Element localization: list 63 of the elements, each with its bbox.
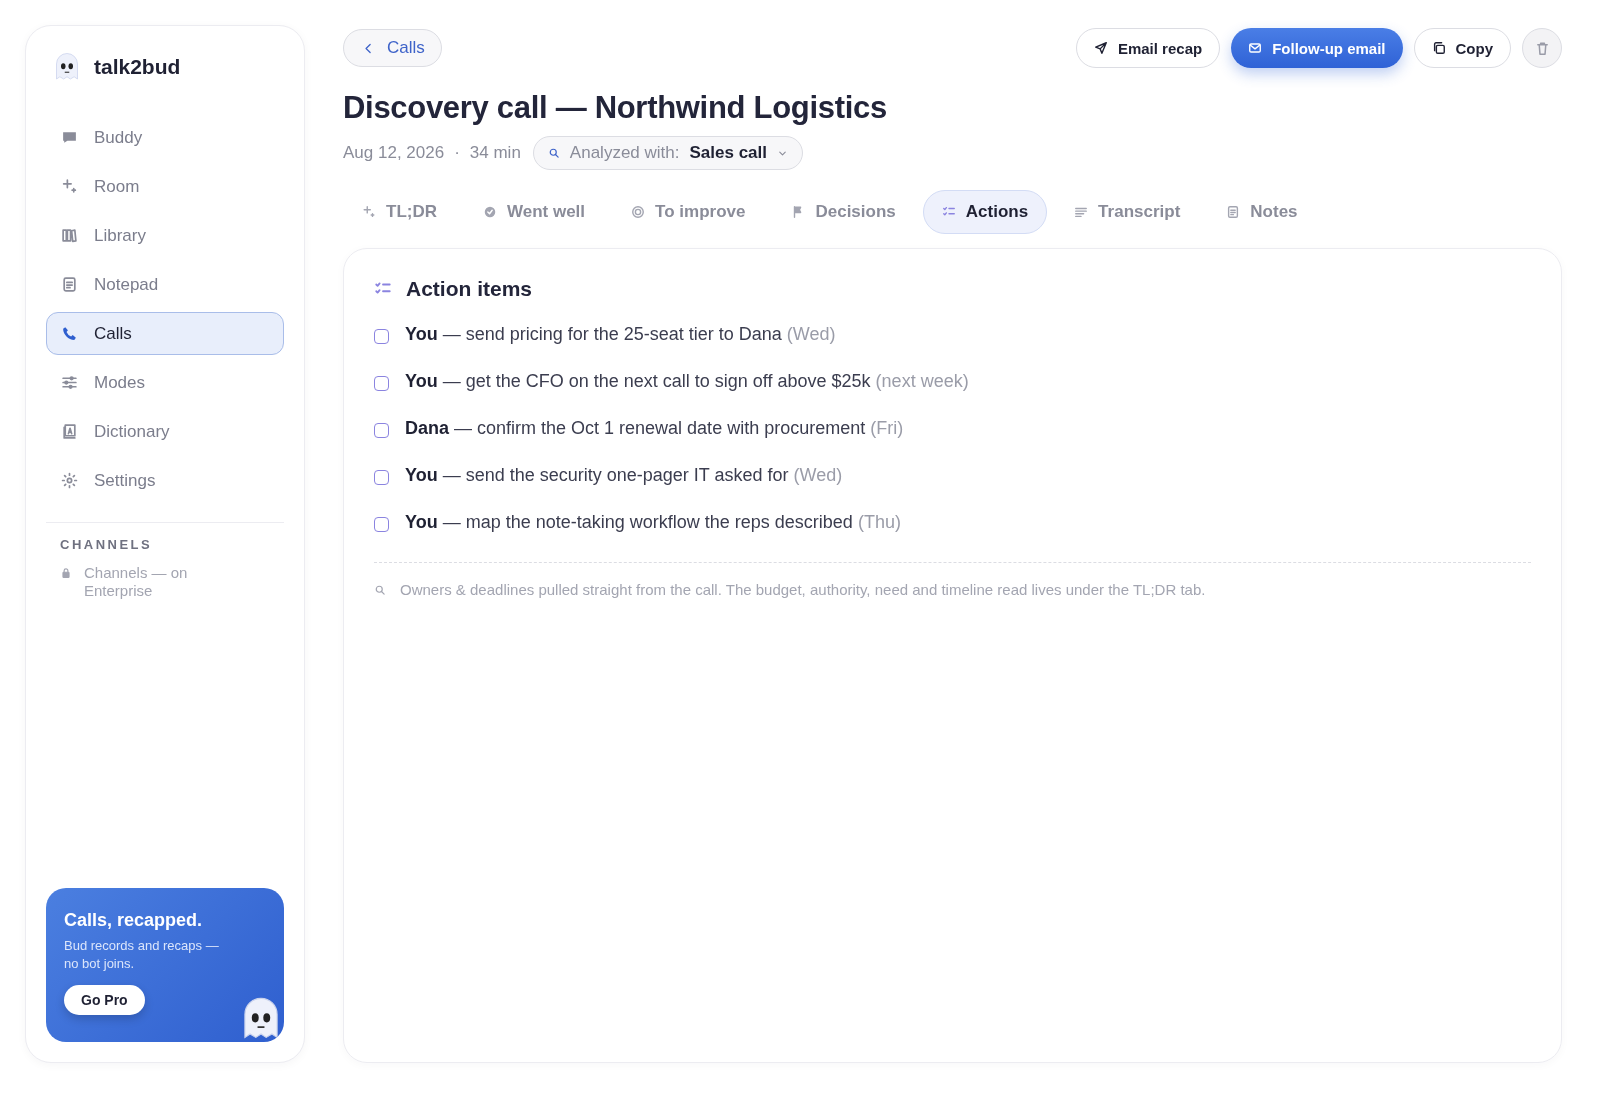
books-icon — [61, 227, 78, 244]
action-item-text: Dana — confirm the Oct 1 renewal date with procurement (Fri) — [405, 418, 904, 439]
sidebar-item[interactable]: Modes — [46, 361, 284, 404]
settings-icon — [61, 472, 78, 489]
target-icon — [631, 205, 646, 219]
action-button[interactable]: Email recap — [1075, 28, 1221, 68]
sidebar-item[interactable]: Settings — [46, 459, 284, 502]
call-date: Aug 12, 2026 — [343, 143, 445, 163]
sidebar-item[interactable]: Room — [46, 165, 284, 208]
envelope-icon — [1248, 41, 1263, 55]
checkbox[interactable] — [374, 329, 389, 344]
transcript-lines-icon — [1074, 205, 1089, 219]
search-icon — [547, 147, 560, 159]
search-icon — [374, 583, 386, 596]
checkbox[interactable] — [374, 470, 389, 485]
dictionary-icon — [61, 423, 78, 440]
checkbox[interactable] — [374, 423, 389, 438]
notepad-icon — [61, 276, 78, 293]
lock-icon — [60, 567, 72, 579]
trash-icon — [1534, 40, 1550, 56]
tab[interactable]: Went well — [464, 190, 605, 234]
sidebar-item[interactable]: Dictionary — [46, 410, 284, 453]
tab[interactable]: Actions — [922, 190, 1048, 234]
sidebar-item[interactable]: Buddy — [46, 116, 284, 159]
footnote: Owners & deadlines pulled straight from the call. The budget, authority, need and timeline read lives under the TL;DR tab. — [400, 581, 1206, 598]
action-item-text: You — map the note-taking workflow the reps described (Thu) — [405, 512, 901, 533]
action-item-text: You — send pricing for the 25-seat tier to Dana (Wed) — [405, 324, 836, 345]
tab[interactable]: Transcript — [1055, 190, 1200, 234]
section-heading: CHANNELS — [59, 537, 154, 554]
promo-title: Calls, recapped. — [64, 910, 204, 931]
sidebar-item[interactable]: Notepad — [46, 263, 284, 306]
tab[interactable]: Decisions — [772, 190, 915, 234]
app-name: talk2bud — [94, 55, 181, 79]
action-item-text: You — send the security one-pager IT asked for (Wed) — [405, 465, 843, 486]
copy-icon — [1431, 41, 1446, 55]
sliders-icon — [61, 374, 78, 391]
go-pro-button[interactable]: Go Pro — [64, 985, 145, 1015]
phone-icon — [61, 325, 78, 342]
action-button[interactable]: Copy — [1413, 28, 1511, 68]
back-button[interactable]: Calls — [343, 29, 442, 67]
locked-channels-note: Channels — on Enterprise — [84, 564, 189, 600]
send-icon — [1093, 41, 1108, 55]
promo-text: Bud records and recaps — no bot joins. — [64, 937, 220, 973]
checkbox[interactable] — [374, 376, 389, 391]
panel-title: Action items — [406, 277, 533, 301]
call-duration: 34 min — [469, 143, 521, 163]
tab[interactable]: Notes — [1207, 190, 1317, 234]
action-item-text: You — get the CFO on the next call to sign off above $25k (next week) — [405, 371, 969, 392]
delete-button[interactable] — [1522, 28, 1562, 68]
follow-up-email-button[interactable]: Follow-up email — [1231, 28, 1403, 68]
tab[interactable]: TL;DR — [343, 190, 456, 234]
analyzer-dropdown[interactable]: Analyzed with: Sales call — [532, 136, 803, 170]
check-badge-icon — [483, 205, 497, 219]
chat-bubble-icon — [61, 129, 78, 146]
notepad-icon — [1226, 205, 1241, 219]
sparkle-icon — [362, 205, 376, 219]
tab[interactable]: To improve — [612, 190, 765, 234]
sidebar-item[interactable]: Library — [46, 214, 284, 257]
sparkle-icon — [61, 178, 78, 195]
sidebar-item[interactable]: Calls — [46, 312, 284, 355]
separator-dot: · — [454, 143, 460, 163]
page-title: Discovery call — Northwind Logistics — [343, 90, 888, 126]
checkbox[interactable] — [374, 517, 389, 532]
